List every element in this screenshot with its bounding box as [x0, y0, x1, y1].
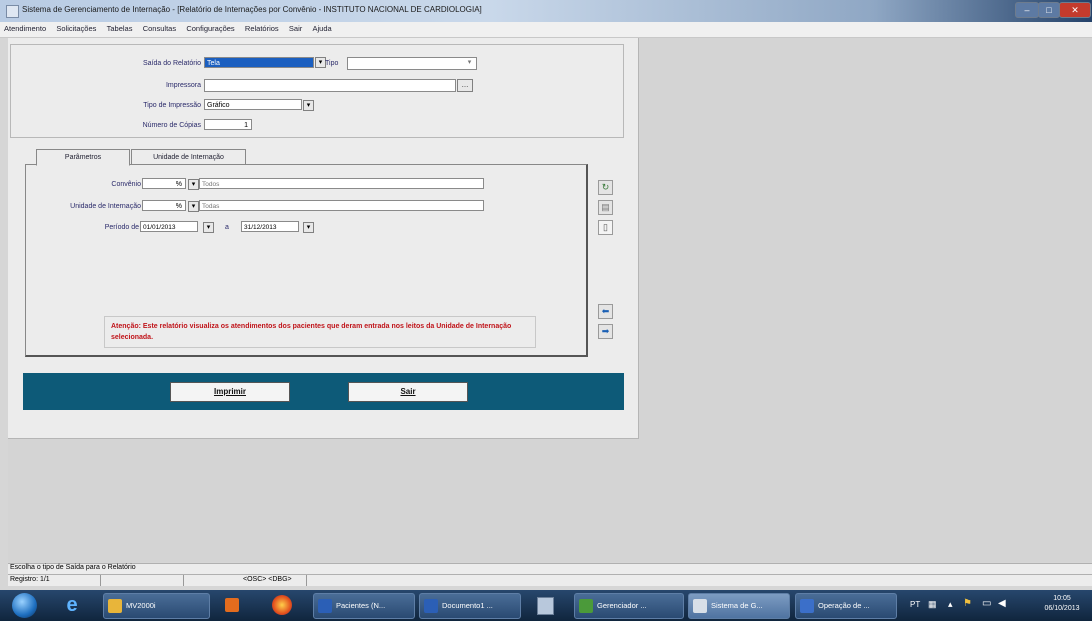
tipo-impressao-label: Tipo de Impressão	[143, 102, 201, 109]
menu-atendimento[interactable]: Atendimento	[0, 22, 50, 33]
taskbar-item-sistema[interactable]: Sistema de G...	[688, 593, 790, 619]
taskbar-item-operacao[interactable]: Operação de ...	[795, 593, 897, 619]
exit-button[interactable]: Sair	[348, 382, 468, 402]
taskbar-item-gerenciador[interactable]: Gerenciador ...	[574, 593, 684, 619]
action-bar: Imprimir Sair	[23, 373, 624, 410]
menu-ajuda[interactable]: Ajuda	[309, 22, 336, 33]
chevron-up-icon[interactable]: ▴	[948, 599, 953, 610]
printer-browse-icon[interactable]: …	[457, 79, 473, 92]
keyboard-icon[interactable]: ▦	[928, 599, 937, 610]
status-divider	[306, 575, 307, 586]
tipo-select[interactable]	[347, 57, 477, 70]
convenio-label: Convênio	[111, 181, 141, 188]
app-icon	[6, 5, 19, 18]
status-hint-bar: Escolha o tipo de Saída para o Relatório	[8, 563, 1092, 574]
unidade-label: Unidade de Internação	[70, 203, 141, 210]
date-to-calendar-icon[interactable]: ▾	[303, 222, 314, 233]
taskbar-item-pacientes[interactable]: Pacientes (N...	[313, 593, 415, 619]
status-flags: <OSC> <DBG>	[243, 576, 292, 583]
tipo-impressao-dropdown-icon[interactable]: ▾	[303, 100, 314, 111]
tipo-dropdown-icon[interactable]: ▾	[465, 58, 474, 67]
num-copias-input[interactable]: 1	[204, 119, 252, 130]
unidade-lookup-icon[interactable]: ▾	[188, 201, 199, 212]
ie-icon[interactable]: e	[58, 593, 86, 617]
client-area: Saída do Relatório Tela ▾ Tipo ▾ Impress…	[8, 38, 1092, 562]
menu-relatorios[interactable]: Relatórios	[241, 22, 283, 33]
status-divider	[100, 575, 101, 586]
output-settings-group: Saída do Relatório Tela ▾ Tipo ▾ Impress…	[10, 44, 624, 138]
arrow-right-icon[interactable]: ➡	[598, 324, 613, 339]
menu-solicitacoes[interactable]: Solicitações	[52, 22, 100, 33]
arrow-left-icon[interactable]: ⬅	[598, 304, 613, 319]
firefox-icon[interactable]	[268, 593, 296, 617]
menu-configuracoes[interactable]: Configurações	[182, 22, 238, 33]
media-player-icon[interactable]	[219, 593, 247, 617]
status-bar: Registro: 1/1 <OSC> <DBG>	[8, 574, 1092, 586]
status-divider	[183, 575, 184, 586]
folder-icon	[108, 599, 122, 614]
warning-message: Atenção: Este relatório visualiza os ate…	[104, 316, 536, 348]
word-icon	[318, 599, 332, 614]
parameters-panel: Convênio % ▾ Todos Unidade de Internação…	[25, 164, 588, 357]
flag-icon[interactable]: ⚑	[963, 598, 972, 609]
saida-select[interactable]: Tela	[204, 57, 314, 68]
close-button[interactable]: ✕	[1059, 2, 1091, 18]
preview-icon[interactable]: ▤	[598, 200, 613, 215]
language-indicator[interactable]: PT	[910, 600, 920, 609]
convenio-lookup-icon[interactable]: ▾	[188, 179, 199, 190]
status-record: Registro: 1/1	[10, 576, 50, 583]
taskbar: e MV2000i Pacientes (N... Documento1 ...…	[0, 590, 1092, 621]
menu-sair[interactable]: Sair	[285, 22, 306, 33]
tab-parametros[interactable]: Parâmetros	[36, 149, 130, 166]
maximize-button[interactable]: □	[1038, 2, 1060, 18]
operation-icon	[800, 599, 814, 614]
calculator-icon[interactable]	[531, 593, 559, 617]
date-from-calendar-icon[interactable]: ▾	[203, 222, 214, 233]
window-title: Sistema de Gerenciamento de Internação -…	[22, 5, 482, 14]
status-hint: Escolha o tipo de Saída para o Relatório	[10, 564, 136, 571]
tab-unidade-internacao[interactable]: Unidade de Internação	[131, 149, 246, 165]
word-icon	[424, 599, 438, 614]
clock-date[interactable]: 06/10/2013	[1040, 605, 1084, 612]
volume-icon[interactable]: ◀	[998, 598, 1006, 609]
network-icon[interactable]: ▭	[982, 598, 991, 609]
impressora-field[interactable]	[204, 79, 456, 92]
convenio-desc-field: Todos	[199, 178, 484, 189]
convenio-code-input[interactable]: %	[142, 178, 186, 189]
report-form: Saída do Relatório Tela ▾ Tipo ▾ Impress…	[8, 38, 639, 439]
menu-bar: Atendimento Solicitações Tabelas Consult…	[0, 22, 1092, 38]
manager-icon	[579, 599, 593, 614]
tipo-label: Tipo	[325, 60, 339, 67]
menu-consultas[interactable]: Consultas	[139, 22, 180, 33]
date-separator: a	[225, 224, 229, 231]
print-button[interactable]: Imprimir	[170, 382, 290, 402]
minimize-button[interactable]: –	[1015, 2, 1039, 18]
unidade-desc-field: Todas	[199, 200, 484, 211]
tipo-impressao-select[interactable]: Gráfico	[204, 99, 302, 110]
document-icon[interactable]: ▯	[598, 220, 613, 235]
date-to-input[interactable]: 31/12/2013	[241, 221, 299, 232]
menu-tabelas[interactable]: Tabelas	[103, 22, 137, 33]
periodo-label: Período de	[104, 224, 139, 231]
title-bar: Sistema de Gerenciamento de Internação -…	[0, 0, 1092, 22]
refresh-icon[interactable]: ↻	[598, 180, 613, 195]
taskbar-item-mv2000i[interactable]: MV2000i	[103, 593, 210, 619]
app-window-icon	[693, 599, 707, 614]
saida-label: Saída do Relatório	[143, 60, 201, 67]
impressora-label: Impressora	[165, 82, 201, 89]
start-button[interactable]	[12, 593, 37, 618]
clock-time[interactable]: 10:05	[1040, 595, 1084, 602]
unidade-code-input[interactable]: %	[142, 200, 186, 211]
date-from-input[interactable]: 01/01/2013	[140, 221, 198, 232]
taskbar-item-documento1[interactable]: Documento1 ...	[419, 593, 521, 619]
num-copias-label: Número de Cópias	[142, 122, 201, 129]
